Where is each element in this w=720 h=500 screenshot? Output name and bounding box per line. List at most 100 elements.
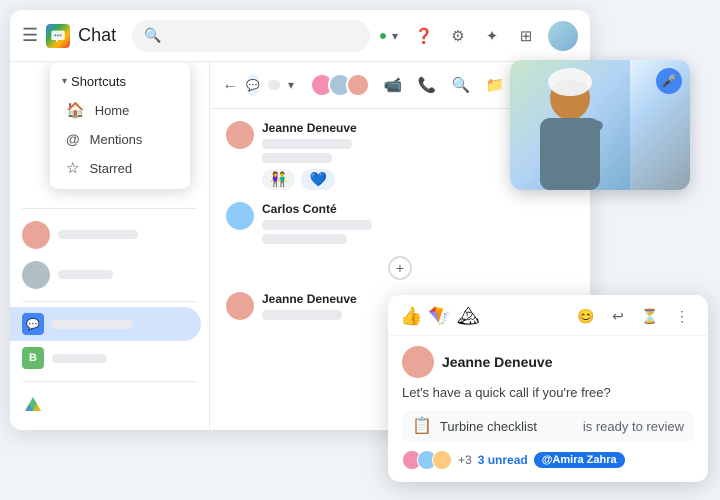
sidebar-chat-item-3[interactable]: B xyxy=(10,341,201,375)
sidebar-chat-item-1[interactable] xyxy=(10,215,201,255)
shortcuts-header[interactable]: ▾ Shortcuts xyxy=(50,68,190,95)
sidebar-chat-item-2[interactable] xyxy=(10,255,201,295)
msg-line-1a xyxy=(262,139,352,149)
app-title: Chat xyxy=(78,25,116,46)
sidebar-item-home[interactable]: 🏠 Home xyxy=(54,95,186,125)
phone-icon[interactable]: 📞 xyxy=(412,70,442,100)
notif-more-icon[interactable]: ⋮ xyxy=(668,303,696,331)
shortcuts-home-label: Home xyxy=(95,103,130,118)
notif-unread-label[interactable]: 3 unread xyxy=(478,453,528,467)
video-icon[interactable]: 📹 xyxy=(378,70,408,100)
notif-sender-name: Jeanne Deneuve xyxy=(442,354,553,370)
notif-header-row: Jeanne Deneuve xyxy=(402,346,694,378)
room-chevron[interactable]: ▾ xyxy=(288,78,294,92)
status-container: ▾ xyxy=(378,29,398,43)
msg-line-3a xyxy=(262,310,342,320)
sidebar-chat-item-active[interactable]: 💬 xyxy=(10,307,201,341)
notif-emoji-left: 👍 🪁 🏔 xyxy=(400,306,480,327)
notification-popup: 👍 🪁 🏔 😊 ↩ ⏳ ⋮ Jeanne Deneuve Let's have … xyxy=(388,295,708,482)
video-mic-btn[interactable]: 🎤 xyxy=(656,68,682,94)
sidebar: ▾ Shortcuts 🏠 Home @ Mentions ☆ Starred xyxy=(10,62,210,430)
msg-content-2: Carlos Conté xyxy=(262,202,372,244)
search-chat-icon[interactable]: 🔍 xyxy=(446,70,476,100)
notif-hourglass-icon[interactable]: ⏳ xyxy=(636,303,664,331)
drive-item[interactable] xyxy=(10,388,209,422)
sidebar-avatar-1 xyxy=(22,221,50,249)
sidebar-chat-item-3-icon: B xyxy=(22,347,44,369)
notif-reply-icon[interactable]: ↩ xyxy=(604,303,632,331)
help-icon[interactable]: ❓ xyxy=(410,22,438,50)
grid-icon[interactable]: ⊞ xyxy=(512,22,540,50)
sidebar-chat-icon: 💬 xyxy=(22,313,44,335)
add-message-icon[interactable]: + xyxy=(388,256,412,280)
shortcuts-starred-label: Starred xyxy=(89,161,132,176)
notif-body: Jeanne Deneuve Let's have a quick call i… xyxy=(388,336,708,482)
status-dot xyxy=(378,31,388,41)
shortcuts-label: Shortcuts xyxy=(71,74,126,89)
reaction-emoji-2[interactable]: 💙 xyxy=(301,169,334,190)
notif-message-text: Let's have a quick call if you're free? xyxy=(402,384,694,402)
notif-mention-badge[interactable]: @Amira Zahra xyxy=(534,452,625,468)
shortcuts-chevron: ▾ xyxy=(62,76,67,87)
shortcuts-dropdown: ▾ Shortcuts 🏠 Home @ Mentions ☆ Starred xyxy=(50,62,190,189)
folder-icon[interactable]: 📁 xyxy=(480,70,510,100)
msg-avatar-jeanne-1 xyxy=(226,121,254,149)
msg-avatar-carlos xyxy=(226,202,254,230)
msg-reactions-1: 👫 💙 xyxy=(262,169,357,190)
search-icon: 🔍 xyxy=(144,27,161,44)
sidebar-avatar-2 xyxy=(22,261,50,289)
hamburger-icon[interactable]: ☰ xyxy=(22,25,38,46)
video-bg: 🎤 xyxy=(510,60,690,190)
user-avatar[interactable] xyxy=(548,21,578,51)
notif-emoji-thumbs[interactable]: 👍 xyxy=(400,306,422,327)
settings-icon[interactable]: ⚙ xyxy=(444,22,472,50)
top-bar: ☰ Chat 🔍 ▾ ❓ ⚙ ✦ ⊞ xyxy=(10,10,590,62)
msg-line-2a xyxy=(262,220,372,230)
notif-footer: +3 3 unread @Amira Zahra xyxy=(402,450,694,474)
msg-content-1: Jeanne Deneuve 👫 💙 xyxy=(262,121,357,190)
notif-file-row[interactable]: 📋 Turbine checklist is ready to review xyxy=(402,410,694,442)
notif-mini-avatar-3 xyxy=(432,450,452,470)
top-bar-icons: ❓ ⚙ ✦ ⊞ xyxy=(410,22,540,50)
video-pip: 🎤 You xyxy=(510,60,690,190)
search-input[interactable] xyxy=(168,20,358,52)
home-icon: 🏠 xyxy=(66,101,85,119)
room-badge: 💬 xyxy=(246,74,260,96)
shortcuts-mentions-label: Mentions xyxy=(90,132,143,147)
msg-sender-1: Jeanne Deneuve xyxy=(262,121,357,135)
notif-count: +3 xyxy=(458,453,472,467)
notif-footer-avatars xyxy=(402,450,452,470)
msg-line-2b xyxy=(262,234,347,244)
sidebar-name-3 xyxy=(52,354,107,363)
participants-avatars[interactable] xyxy=(310,73,370,97)
msg-content-3: Jeanne Deneuve xyxy=(262,292,357,320)
notif-emoji-kite[interactable]: 🪁 xyxy=(428,306,450,327)
reaction-emoji-1[interactable]: 👫 xyxy=(262,169,295,190)
search-bar[interactable]: 🔍 xyxy=(132,20,370,52)
msg-sender-3: Jeanne Deneuve xyxy=(262,292,357,306)
starred-icon: ☆ xyxy=(66,159,79,177)
status-chevron[interactable]: ▾ xyxy=(392,29,398,43)
notif-emoji-mountain[interactable]: 🏔 xyxy=(457,306,480,327)
sidebar-separator-2 xyxy=(22,301,197,302)
sidebar-separator-1 xyxy=(22,208,197,209)
sidebar-item-starred[interactable]: ☆ Starred xyxy=(54,153,186,183)
sidebar-separator-3 xyxy=(22,381,197,382)
notif-smiley-icon[interactable]: 😊 xyxy=(572,303,600,331)
back-icon[interactable]: ← xyxy=(222,76,238,94)
mentions-icon: @ xyxy=(66,131,80,147)
msg-avatar-jeanne-2 xyxy=(226,292,254,320)
msg-line-1b xyxy=(262,153,332,163)
sidebar-name-active xyxy=(52,320,132,329)
msg-sender-2: Carlos Conté xyxy=(262,202,372,216)
message-row-2: Carlos Conté xyxy=(226,202,574,244)
sidebar-name-1 xyxy=(58,230,138,239)
sidebar-item-mentions[interactable]: @ Mentions xyxy=(54,125,186,153)
notif-file-action: is ready to review xyxy=(583,419,684,434)
notif-emoji-bar: 👍 🪁 🏔 😊 ↩ ⏳ ⋮ xyxy=(388,295,708,336)
notif-file-name: Turbine checklist xyxy=(440,419,575,434)
drive-icon xyxy=(22,394,44,416)
app-logo xyxy=(46,24,70,48)
add-icon[interactable]: ✦ xyxy=(478,22,506,50)
room-name xyxy=(268,80,280,90)
